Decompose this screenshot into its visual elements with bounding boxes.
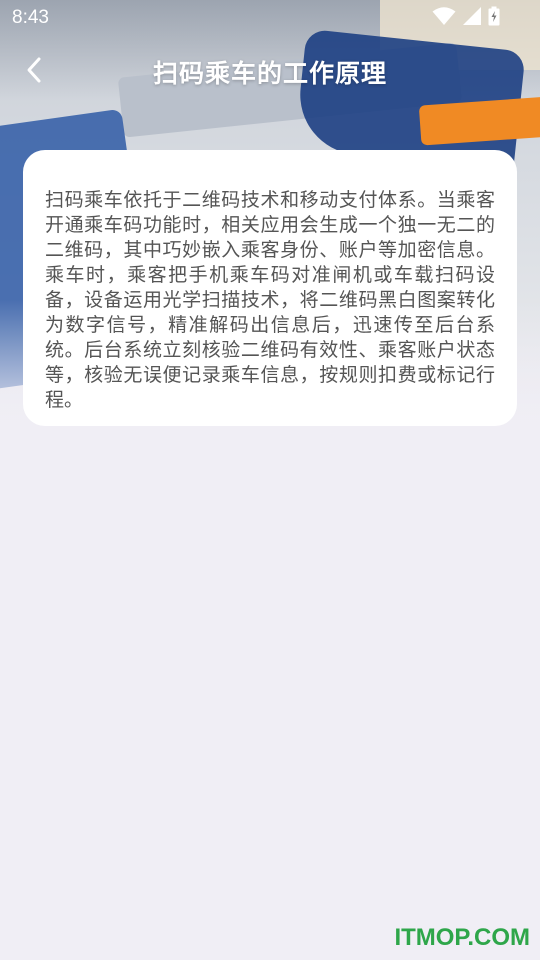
status-icons (432, 6, 500, 30)
nav-header: 扫码乘车的工作原理 (0, 44, 540, 98)
wifi-icon (432, 6, 456, 30)
status-time: 8:43 (12, 7, 49, 28)
content-card: 扫码乘车依托于二维码技术和移动支付体系。当乘客开通乘车码功能时，相关应用会生成一… (23, 150, 517, 426)
status-bar: 8:43 (0, 0, 540, 36)
signal-icon (462, 6, 482, 30)
page-title: 扫码乘车的工作原理 (152, 59, 387, 88)
card-body-text: 扫码乘车依托于二维码技术和移动支付体系。当乘客开通乘车码功能时，相关应用会生成一… (45, 189, 495, 411)
watermark-logo: ITMOP.COM (394, 924, 530, 951)
battery-charging-icon (488, 6, 500, 30)
